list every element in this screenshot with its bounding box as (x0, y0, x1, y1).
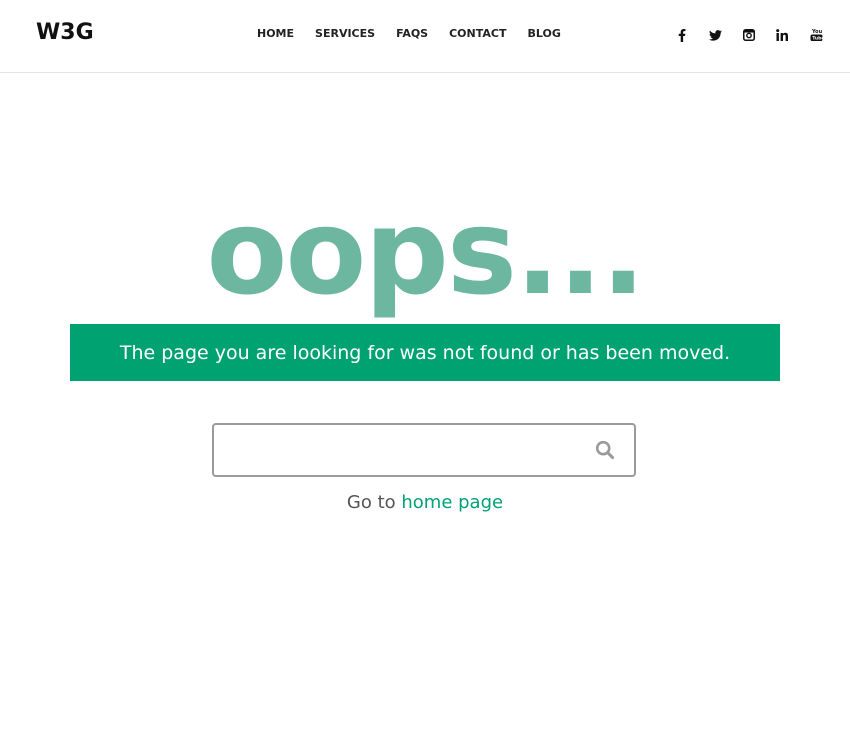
facebook-icon (678, 28, 686, 42)
social-links: You Tube (674, 26, 842, 44)
nav-item-contact[interactable]: CONTACT (449, 27, 506, 40)
error-content: oops... The page you are looking for was… (0, 73, 850, 749)
svg-text:Tube: Tube (812, 36, 823, 42)
search-form (212, 423, 636, 477)
site-header: W3G HOME SERVICES FAQS CONTACT BLOG You … (0, 0, 850, 73)
go-to-prefix: Go to (346, 492, 402, 513)
search-icon (595, 440, 615, 463)
error-heading: oops... (206, 183, 645, 321)
svg-text:You: You (811, 29, 823, 35)
site-logo[interactable]: W3G (36, 20, 94, 45)
error-message-banner: The page you are looking for was not fou… (70, 324, 780, 381)
instagram-icon (743, 29, 755, 41)
linkedin-link[interactable] (775, 26, 791, 44)
twitter-icon (709, 29, 722, 41)
youtube-icon: You Tube (810, 28, 823, 42)
nav-item-services[interactable]: SERVICES (315, 27, 375, 40)
youtube-link[interactable]: You Tube (808, 26, 824, 44)
linkedin-icon (776, 29, 789, 41)
go-to-home-text: Go to home page (0, 492, 850, 513)
home-page-link[interactable]: home page (401, 492, 503, 513)
search-button[interactable] (594, 440, 616, 462)
nav-item-faqs[interactable]: FAQS (396, 27, 428, 40)
instagram-link[interactable] (741, 26, 757, 44)
search-input[interactable] (214, 425, 574, 475)
main-nav: HOME SERVICES FAQS CONTACT BLOG (257, 27, 582, 40)
facebook-link[interactable] (674, 26, 690, 44)
nav-item-home[interactable]: HOME (257, 27, 294, 40)
error-message: The page you are looking for was not fou… (119, 341, 731, 364)
twitter-link[interactable] (708, 26, 724, 44)
nav-item-blog[interactable]: BLOG (527, 27, 560, 40)
